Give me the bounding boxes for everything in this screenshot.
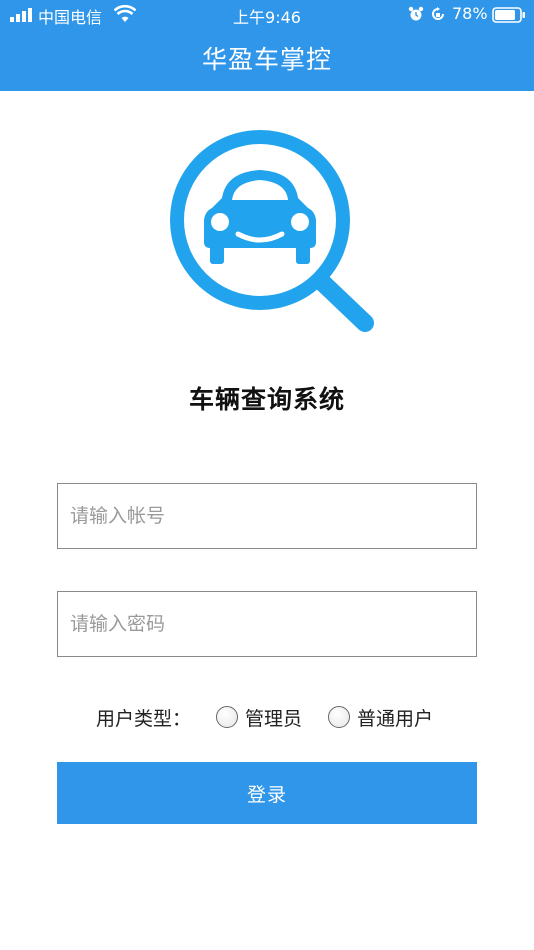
- alarm-icon: [408, 6, 424, 21]
- status-bar: 中国电信 上午9:46 78%: [0, 0, 534, 30]
- system-title: 车辆查询系统: [188, 385, 345, 414]
- login-button[interactable]: 登录: [57, 762, 477, 824]
- app-header: 中国电信 上午9:46 78% 华盈车掌控: [0, 0, 534, 91]
- app-title: 华盈车掌控: [201, 45, 332, 74]
- user-type-group: 用户类型： 管理员 普通用户: [0, 702, 534, 732]
- password-input[interactable]: [57, 591, 477, 657]
- option-admin-label[interactable]: 管理员: [245, 704, 302, 731]
- radio-regular-user[interactable]: [328, 706, 350, 728]
- radio-admin[interactable]: [216, 706, 238, 728]
- option-regular-user-label[interactable]: 普通用户: [357, 704, 433, 731]
- account-input[interactable]: [57, 483, 477, 549]
- rotation-lock-icon: [432, 7, 444, 20]
- car-magnifier-icon: [170, 130, 374, 332]
- battery-percentage: 78%: [452, 4, 488, 23]
- user-type-label: 用户类型：: [96, 708, 192, 730]
- battery-icon: [492, 7, 525, 23]
